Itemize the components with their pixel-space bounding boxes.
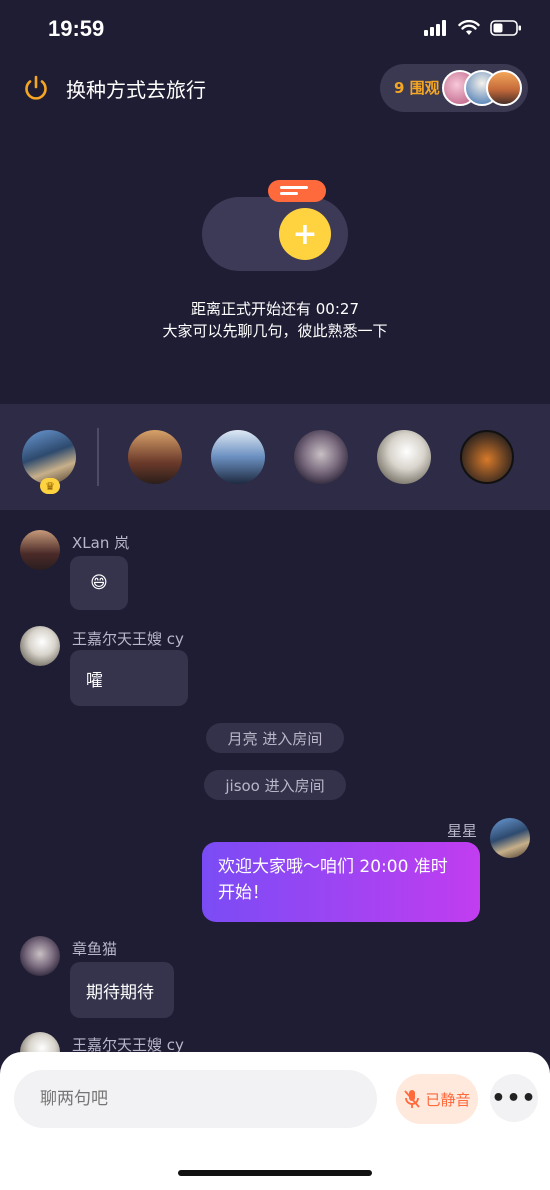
avatar[interactable] xyxy=(20,936,60,976)
avatar[interactable] xyxy=(20,626,60,666)
status-time: 19:59 xyxy=(48,16,105,41)
wifi-icon xyxy=(458,20,480,35)
viewers-count: 9 围观 xyxy=(394,79,440,97)
system-notice: jisoo 进入房间 xyxy=(204,770,346,800)
avatar[interactable] xyxy=(20,530,60,570)
status-icons xyxy=(424,20,522,36)
intro-hint: 大家可以先聊几句，彼此熟悉一下 xyxy=(162,322,388,340)
more-button[interactable]: ••• xyxy=(490,1074,538,1122)
viewer-avatars xyxy=(442,70,522,106)
speaker-avatar[interactable] xyxy=(211,430,265,484)
home-indicator xyxy=(178,1170,372,1176)
speaker-avatar[interactable] xyxy=(377,430,431,484)
speaker-avatar[interactable] xyxy=(460,430,514,484)
countdown-text: 距离正式开始还有 00:27 xyxy=(191,300,359,318)
power-icon[interactable] xyxy=(22,74,50,102)
host-avatar[interactable] xyxy=(22,430,76,484)
sender-name: 星星 xyxy=(447,822,478,840)
avatar[interactable] xyxy=(490,818,530,858)
status-bar: 19:59 xyxy=(0,0,550,60)
seat-divider xyxy=(97,428,99,486)
message-bubble: 期待期待 xyxy=(70,962,174,1018)
room-title: 换种方式去旅行 xyxy=(66,78,206,102)
chat-input[interactable] xyxy=(14,1070,377,1128)
mic-muted-icon xyxy=(404,1090,421,1108)
speaker-seat-row: ♛ xyxy=(0,404,550,510)
system-notice: 月亮 进入房间 xyxy=(206,723,344,753)
sender-name: XLan 岚 xyxy=(72,534,130,552)
speaker-avatar[interactable] xyxy=(128,430,182,484)
viewer-avatar xyxy=(486,70,522,106)
battery-icon xyxy=(490,20,521,36)
message-bubble: 😄 xyxy=(70,556,128,610)
viewers-button[interactable]: 9 围观 xyxy=(380,64,528,112)
mute-button[interactable]: 已静音 xyxy=(396,1074,478,1124)
sender-name: 王嘉尔天王嫂 cy xyxy=(72,630,184,648)
my-message-bubble: 欢迎大家哦～咱们 20:00 准时开始！ xyxy=(202,842,480,922)
topic-tag-icon[interactable] xyxy=(268,180,326,202)
sender-name: 章鱼猫 xyxy=(72,940,118,958)
crown-icon: ♛ xyxy=(40,478,60,494)
room-header: 换种方式去旅行 9 围观 xyxy=(0,60,550,116)
join-stage-button[interactable]: + xyxy=(279,208,331,260)
message-bubble: 嚯 xyxy=(70,650,188,706)
speaker-avatar[interactable] xyxy=(294,430,348,484)
mute-label: 已静音 xyxy=(425,1090,471,1109)
cellular-signal-icon xyxy=(424,20,446,36)
countdown-notice: 距离正式开始还有 00:27 大家可以先聊几句，彼此熟悉一下 xyxy=(0,298,550,342)
